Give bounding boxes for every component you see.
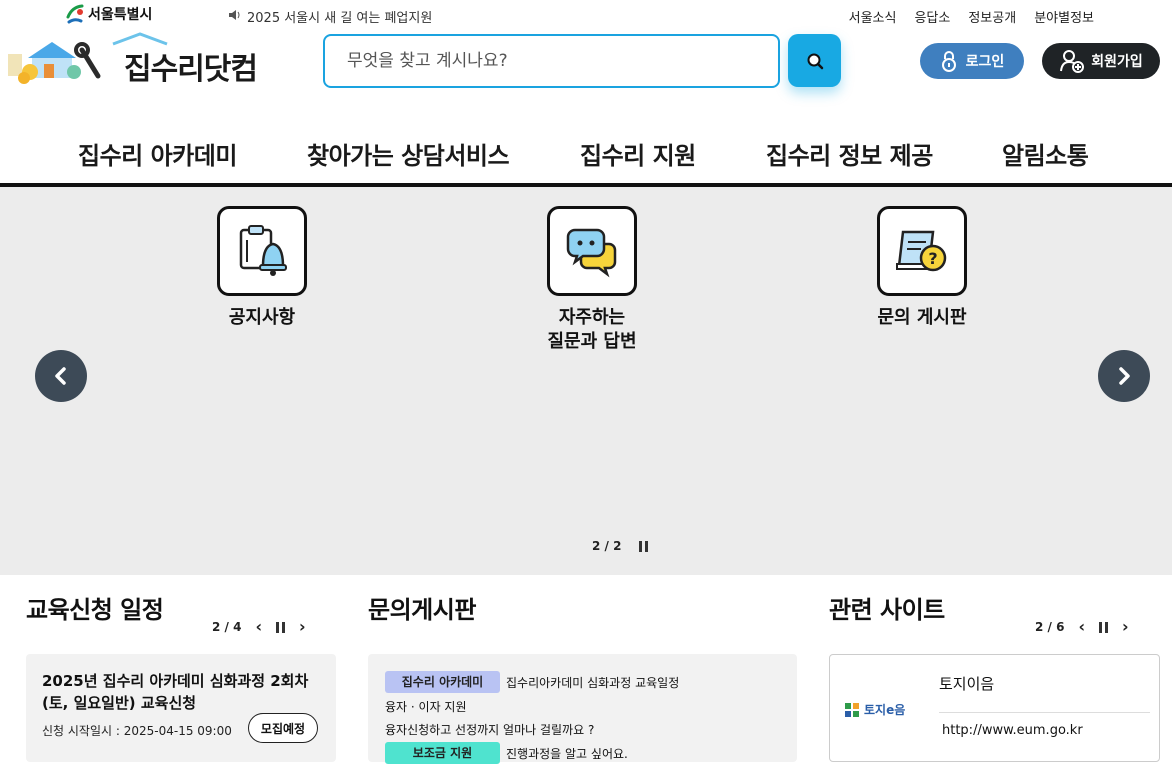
eum-logo-icon xyxy=(845,702,859,717)
chevron-right-icon xyxy=(1119,367,1130,385)
quick-menu-label: 자주하는 질문과 답변 xyxy=(547,307,637,352)
carousel-page-indicator: 2 / 2 xyxy=(592,539,622,553)
chevron-left-icon xyxy=(55,367,66,385)
pause-icon[interactable] xyxy=(1099,621,1109,633)
list-item[interactable]: 융자 · 이자 지원 xyxy=(385,698,467,715)
util-link-field-info[interactable]: 분야별정보 xyxy=(1034,7,1094,26)
login-label: 로그인 xyxy=(965,54,1005,70)
nav-item-info[interactable]: 집수리 정보 제공 xyxy=(766,136,933,171)
carousel-pager: 2 / 2 xyxy=(592,539,649,553)
education-card-date: 신청 시작일시 : 2025-04-15 09:00 xyxy=(42,724,232,738)
education-pager: 2 / 4 ‹ › xyxy=(212,619,306,635)
quick-menu-notice[interactable]: 공지사항 xyxy=(162,206,362,330)
icon-box xyxy=(547,206,637,296)
logo-text: 집수리닷컴 xyxy=(124,52,258,87)
quick-menu-label: 공지사항 xyxy=(228,307,296,328)
list-item-text: 집수리아카데미 심화과정 교육일정 xyxy=(506,675,680,690)
quick-menu-label: 문의 게시판 xyxy=(877,307,967,328)
nav-item-support[interactable]: 집수리 지원 xyxy=(580,136,696,171)
education-card[interactable]: 2025년 집수리 아카데미 심화과정 2회차 (토, 일요일반) 교육신청 신… xyxy=(26,654,336,762)
qna-section-title: 문의게시판 xyxy=(368,596,476,624)
site-name: 토지이음 xyxy=(939,675,995,693)
notice-ticker[interactable]: 2025 서울시 새 길 여는 폐업지원 xyxy=(228,7,432,26)
related-sites-page-indicator: 2 / 6 xyxy=(1035,620,1065,634)
site-url[interactable]: http://www.eum.go.kr xyxy=(942,723,1083,738)
utility-links: 서울소식 응답소 정보공개 분야별정보 xyxy=(849,7,1094,26)
chevron-left-icon[interactable]: ‹ xyxy=(255,619,262,635)
clipboard-bell-icon xyxy=(239,225,287,276)
top-utility-bar: 서울특별시 2025 서울시 새 길 여는 폐업지원 서울소식 응답소 정보공개… xyxy=(0,0,1172,30)
carousel-prev-button[interactable] xyxy=(35,350,87,402)
quick-menu-inquiry[interactable]: ? 문의 게시판 xyxy=(822,206,1022,330)
list-item[interactable]: 집수리 아카데미 집수리아카데미 심화과정 교육일정 xyxy=(385,671,679,693)
chevron-right-icon[interactable]: › xyxy=(1122,619,1129,635)
status-badge: 모집예정 xyxy=(248,713,318,743)
login-button[interactable]: 로그인 xyxy=(920,43,1024,79)
related-site-card[interactable]: 토지e음 토지이음 http://www.eum.go.kr xyxy=(829,654,1160,762)
quick-menu-carousel: 공지사항 자주하는 질문과 답변 ? 문의 게시판 2 / 2 xyxy=(0,187,1172,575)
seoul-logo-icon xyxy=(64,3,86,25)
related-sites-title: 관련 사이트 xyxy=(829,596,945,624)
util-link-info-disclosure[interactable]: 정보공개 xyxy=(968,7,1016,26)
speaker-icon xyxy=(228,9,242,25)
site-logo-text: 토지e음 xyxy=(864,703,906,717)
lock-icon xyxy=(941,51,956,72)
list-item[interactable]: 융자신청하고 선정까지 얼마나 걸릴까요 ? xyxy=(385,721,594,738)
education-card-title: 2025년 집수리 아카데미 심화과정 2회차 (토, 일요일반) 교육신청 xyxy=(42,672,309,712)
seoul-logo-text: 서울특별시 xyxy=(88,7,153,23)
nav-item-academy[interactable]: 집수리 아카데미 xyxy=(78,136,237,171)
user-add-icon xyxy=(1060,50,1085,73)
category-tag: 집수리 아카데미 xyxy=(385,671,500,693)
chevron-right-icon[interactable]: › xyxy=(299,619,306,635)
chevron-left-icon[interactable]: ‹ xyxy=(1078,619,1085,635)
main-navigation: 집수리 아카데미 찾아가는 상담서비스 집수리 지원 집수리 정보 제공 알림소… xyxy=(0,120,1172,183)
site-logo-eum: 토지e음 xyxy=(844,701,905,718)
quick-menu-faq[interactable]: 자주하는 질문과 답변 xyxy=(492,206,692,354)
education-page-indicator: 2 / 4 xyxy=(212,620,242,634)
search-box xyxy=(323,34,780,88)
icon-box: ? xyxy=(877,206,967,296)
pause-icon[interactable] xyxy=(276,621,286,633)
chat-bubbles-icon xyxy=(566,228,617,278)
divider xyxy=(939,712,1150,713)
nav-item-consulting[interactable]: 찾아가는 상담서비스 xyxy=(307,136,510,171)
category-tag: 보조금 지원 xyxy=(385,742,500,764)
document-question-icon: ? xyxy=(896,230,947,272)
education-section-title: 교육신청 일정 xyxy=(26,596,164,624)
util-link-seoul-news[interactable]: 서울소식 xyxy=(849,7,897,26)
search-button[interactable] xyxy=(788,34,841,87)
svg-text:?: ? xyxy=(928,249,937,268)
search-icon xyxy=(807,53,823,69)
join-button[interactable]: 회원가입 xyxy=(1042,43,1160,79)
util-link-eungdapso[interactable]: 응답소 xyxy=(914,7,950,26)
qna-list: 집수리 아카데미 집수리아카데미 심화과정 교육일정 융자 · 이자 지원 융자… xyxy=(368,654,797,764)
nav-item-communication[interactable]: 알림소통 xyxy=(1002,136,1089,171)
list-item[interactable]: 보조금 지원 진행과정을 알고 싶어요. xyxy=(385,742,628,764)
carousel-next-button[interactable] xyxy=(1098,350,1150,402)
house-logo-icon xyxy=(8,42,101,84)
list-item-text: 융자신청하고 선정까지 얼마나 걸릴까요 ? xyxy=(385,723,595,737)
site-logo[interactable]: 집수리닷컴 xyxy=(8,32,268,92)
notice-text: 2025 서울시 새 길 여는 폐업지원 xyxy=(247,11,433,26)
join-label: 회원가입 xyxy=(1091,54,1143,70)
pause-icon[interactable] xyxy=(639,540,649,552)
seoul-logo[interactable]: 서울특별시 xyxy=(64,3,152,25)
icon-box xyxy=(217,206,307,296)
search-input[interactable] xyxy=(325,36,778,86)
related-sites-pager: 2 / 6 ‹ › xyxy=(1035,619,1129,635)
list-item-text: 융자 · 이자 지원 xyxy=(385,700,467,714)
list-item-text: 진행과정을 알고 싶어요. xyxy=(506,746,628,761)
